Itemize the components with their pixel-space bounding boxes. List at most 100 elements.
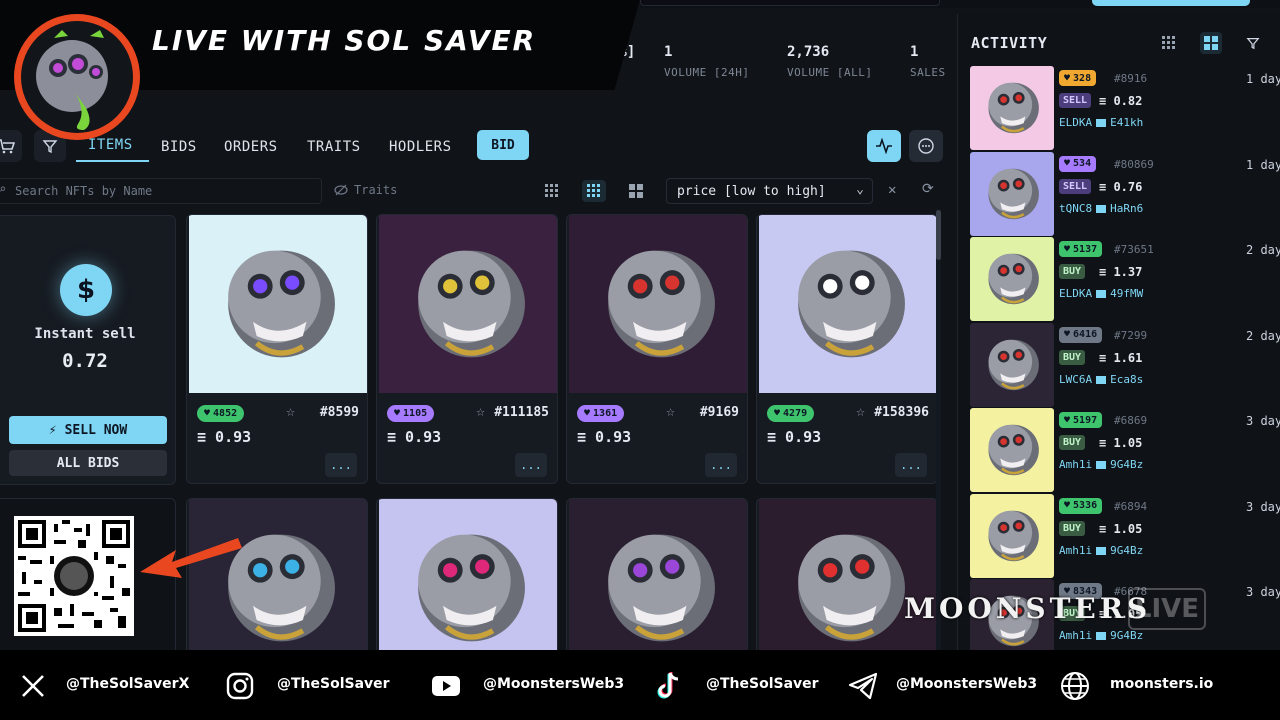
nft-image[interactable] <box>569 499 747 650</box>
refresh-icon[interactable]: ⟳ <box>922 181 934 197</box>
activity-row[interactable]: ♥ 328 #8916 1 day SELL ≡ 0.82 ELDKA E41kh <box>970 66 1280 150</box>
tab-orders[interactable]: ORDERS <box>224 139 278 155</box>
activity-from[interactable]: ELDKA <box>1059 116 1092 129</box>
top-input[interactable] <box>640 0 940 6</box>
nft-card[interactable] <box>756 498 938 650</box>
sort-select[interactable]: price [low to high] ⌄ <box>666 178 873 204</box>
nft-image[interactable] <box>759 499 937 650</box>
likes-badge: ♥ 1361 <box>577 405 625 422</box>
nft-image[interactable] <box>189 215 367 393</box>
activity-row[interactable]: ♥5336 #6894 3 days BUY ≡ 1.05 Amh1i 9G4Bz <box>970 493 1280 578</box>
nft-card[interactable] <box>566 498 748 650</box>
nft-card[interactable]: ♥ 1105 ☆ #111185 ≡ 0.93... <box>376 214 558 484</box>
heart-icon: ♥ <box>774 408 781 419</box>
nft-card[interactable] <box>376 498 558 650</box>
moonster-art-icon <box>569 499 747 650</box>
activity-to[interactable]: E41kh <box>1110 116 1143 129</box>
transfer-arrow-icon <box>1096 546 1107 555</box>
activity-from[interactable]: ELDKA <box>1059 287 1092 300</box>
activity-to[interactable]: HaRn6 <box>1110 202 1143 215</box>
grid-scrollbar[interactable] <box>936 210 941 650</box>
star-icon[interactable]: ☆ <box>476 402 485 420</box>
activity-from[interactable]: Amh1i <box>1059 458 1092 471</box>
nft-image[interactable] <box>759 215 937 393</box>
activity-nft-number: #7299 <box>1114 328 1148 342</box>
activity-type-badge: BUY <box>1059 520 1086 536</box>
traits-filter[interactable]: Traits <box>334 183 397 197</box>
chat-button[interactable] <box>909 130 943 162</box>
transfer-arrow-icon <box>1096 375 1107 384</box>
social-website[interactable]: moonsters.io <box>1060 671 1213 701</box>
activity-to[interactable]: Eca8s <box>1110 373 1143 386</box>
moonster-art-icon <box>970 493 1054 578</box>
activity-filter-button[interactable] <box>1242 32 1264 54</box>
tab-hodlers[interactable]: HODLERS <box>389 139 452 155</box>
activity-to[interactable]: 49fMW <box>1110 287 1143 300</box>
activity-row[interactable]: ♥5197 #6869 3 days BUY ≡ 1.05 Amh1i 9G4Bz <box>970 408 1280 492</box>
top-button[interactable] <box>1092 0 1250 6</box>
activity-thumbnail[interactable] <box>970 66 1054 150</box>
activity-time: 1 day <box>1246 157 1280 172</box>
nft-card[interactable]: ♥ 4279 ☆ #158396 ≡ 0.93... <box>756 214 938 484</box>
activity-thumbnail[interactable] <box>970 408 1054 492</box>
activity-list-view-button[interactable] <box>1158 32 1180 54</box>
view-grid-large-button[interactable] <box>624 180 648 202</box>
more-options-button[interactable]: ... <box>515 453 547 477</box>
tab-bids[interactable]: BIDS <box>161 139 197 155</box>
activity-grid-view-button[interactable] <box>1200 32 1222 54</box>
nft-image[interactable] <box>379 215 557 393</box>
activity-from[interactable]: tQNC8 <box>1059 202 1092 215</box>
all-bids-button[interactable]: ALL BIDS <box>9 450 167 476</box>
tab-traits[interactable]: TRAITS <box>307 139 361 155</box>
funnel-icon <box>42 140 58 154</box>
moonster-art-icon <box>970 66 1054 150</box>
likes-badge: ♥ 5336 <box>1059 497 1103 514</box>
star-icon[interactable]: ☆ <box>666 402 675 420</box>
social-x[interactable]: @TheSolSaverX <box>18 671 189 701</box>
activity-thumbnail[interactable] <box>970 322 1054 407</box>
search-input[interactable]: ⌕ Search NFTs by Name <box>0 178 322 204</box>
activity-from[interactable]: Amh1i <box>1059 544 1092 557</box>
social-instagram[interactable]: @TheSolSaver <box>225 671 390 701</box>
activity-from[interactable]: LWC6A <box>1059 373 1092 386</box>
activity-thumbnail[interactable] <box>970 237 1054 321</box>
heart-icon: ♥ <box>584 408 591 419</box>
activity-time: 2 days <box>1246 243 1280 257</box>
activity-from[interactable]: Amh1i <box>1059 629 1092 642</box>
activity-to[interactable]: 9G4Bz <box>1110 544 1143 557</box>
bid-button[interactable]: BID <box>477 130 529 160</box>
sell-now-button[interactable]: ⚡ SELL NOW <box>9 416 167 444</box>
activity-row[interactable]: ♥5137 #73651 2 days BUY ≡ 1.37 ELDKA 49fMW <box>970 237 1280 321</box>
social-handle: @TheSolSaver <box>706 676 819 692</box>
nft-card[interactable]: ♥ 4852 ☆ #8599 ≡ 0.93... <box>186 214 368 484</box>
sort-selected: price [low to high] <box>677 183 826 199</box>
nft-card[interactable]: ♥ 1361 ☆ #9169 ≡ 0.93... <box>566 214 748 484</box>
activity-row[interactable]: ♥ 534 #80869 1 day SELL ≡ 0.76 tQNC8 HaRn6 <box>970 151 1280 236</box>
activity-thumbnail[interactable] <box>970 151 1054 236</box>
activity-row[interactable]: ♥6416 #7299 2 days BUY ≡ 1.61 LWC6A Eca8s <box>970 322 1280 407</box>
nft-image[interactable] <box>379 499 557 650</box>
more-options-button[interactable]: ... <box>705 453 737 477</box>
activity-type-badge: BUY <box>1059 435 1086 450</box>
view-grid-small-button[interactable] <box>540 180 564 202</box>
view-grid-medium-button[interactable] <box>582 180 606 202</box>
social-telegram[interactable]: @MoonstersWeb3 <box>848 671 1037 701</box>
star-icon[interactable]: ☆ <box>286 402 295 420</box>
nft-image[interactable] <box>569 215 747 393</box>
social-youtube[interactable]: @MoonstersWeb3 <box>431 671 624 701</box>
likes-badge: ♥ 4852 <box>197 405 245 422</box>
more-options-button[interactable]: ... <box>325 453 357 477</box>
activity-to[interactable]: 9G4Bz <box>1110 629 1143 642</box>
qr-code[interactable] <box>14 516 134 636</box>
moonster-art-icon <box>759 499 937 650</box>
more-options-button[interactable]: ... <box>895 453 927 477</box>
activity-nft-number: #6894 <box>1114 499 1148 513</box>
activity-thumbnail[interactable] <box>970 493 1054 578</box>
star-icon[interactable]: ☆ <box>856 402 865 420</box>
activity-chart-button[interactable] <box>867 130 901 162</box>
scrollbar-thumb[interactable] <box>936 210 941 260</box>
clear-filter-icon[interactable]: ✕ <box>888 182 896 198</box>
activity-to[interactable]: 9G4Bz <box>1110 458 1143 471</box>
activity-type-badge: BUY <box>1059 264 1086 279</box>
social-tiktok[interactable]: @TheSolSaver <box>654 671 819 701</box>
